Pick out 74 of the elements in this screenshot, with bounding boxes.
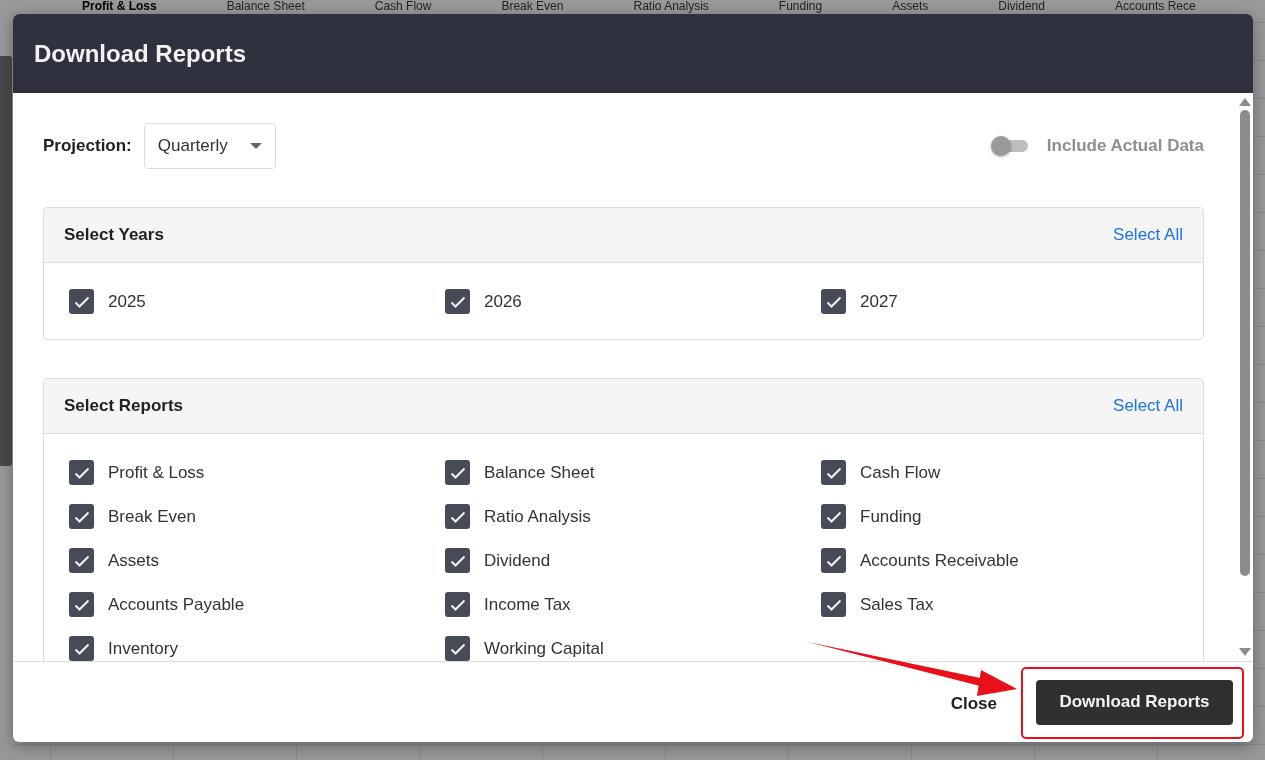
checkbox[interactable] [821, 504, 846, 529]
checkbox[interactable] [821, 289, 846, 314]
projection-dropdown[interactable]: Quarterly [143, 123, 276, 169]
checkbox[interactable] [445, 504, 470, 529]
checkbox[interactable] [69, 460, 94, 485]
check-icon [449, 510, 466, 523]
dialog-title: Download Reports [34, 39, 246, 68]
check-icon [449, 295, 466, 308]
checkbox[interactable] [445, 548, 470, 573]
checkbox-label: 2025 [108, 291, 146, 312]
scrollbar-thumb[interactable] [0, 56, 12, 466]
sheet-tab[interactable]: Ratio Analysis [633, 0, 709, 13]
checkbox-label: Funding [860, 506, 922, 527]
checkbox-label: Balance Sheet [484, 462, 595, 483]
checkbox[interactable] [445, 289, 470, 314]
check-icon [73, 466, 90, 479]
card-title: Select Years [64, 225, 164, 245]
sheet-tab[interactable]: Balance Sheet [226, 0, 305, 13]
checkbox-label: Income Tax [484, 594, 571, 615]
checkbox[interactable] [445, 460, 470, 485]
check-icon [825, 598, 842, 611]
sheet-tab[interactable]: Dividend [998, 0, 1045, 13]
select-all-link[interactable]: Select All [1113, 225, 1183, 245]
close-button[interactable]: Close [946, 685, 1001, 722]
checkbox-label: Dividend [484, 550, 551, 571]
projection-label: Projection: [43, 136, 132, 156]
check-icon [449, 598, 466, 611]
card-title: Select Reports [64, 396, 184, 416]
checkbox[interactable] [69, 504, 94, 529]
check-icon [825, 295, 842, 308]
check-icon [73, 554, 90, 567]
checkbox[interactable] [445, 636, 470, 661]
checkbox-label: Inventory [108, 638, 178, 659]
check-icon [449, 466, 466, 479]
checkbox[interactable] [69, 592, 94, 617]
sheet-tab[interactable]: Cash Flow [374, 0, 432, 13]
sheet-tab[interactable]: Break Even [501, 0, 564, 13]
checkbox-label: Accounts Payable [108, 594, 245, 615]
checkbox-label: 2026 [484, 291, 522, 312]
check-icon [825, 466, 842, 479]
check-icon [73, 598, 90, 611]
checkbox-label: Ratio Analysis [484, 506, 591, 527]
check-icon [825, 510, 842, 523]
checkbox[interactable] [821, 548, 846, 573]
checkbox[interactable] [69, 289, 94, 314]
checkbox[interactable] [445, 592, 470, 617]
check-icon [449, 554, 466, 567]
check-icon [449, 642, 466, 655]
check-icon [825, 554, 842, 567]
caret-icon [249, 143, 262, 149]
checkbox-label: Profit & Loss [108, 462, 205, 483]
sheet-tab[interactable]: Assets [892, 0, 929, 13]
checkbox[interactable] [69, 548, 94, 573]
checkbox-label: 2027 [860, 291, 898, 312]
checkbox-label: Working Capital [484, 638, 604, 659]
sheet-tab[interactable]: Profit & Loss [82, 0, 157, 13]
select-all-link[interactable]: Select All [1113, 396, 1183, 416]
checkbox-label: Sales Tax [860, 594, 934, 615]
sheet-tab[interactable]: Funding [778, 0, 823, 13]
toggle-label: Include Actual Data [1046, 136, 1204, 156]
download-button[interactable]: Download Reports [1036, 679, 1233, 725]
scroll-down-icon[interactable] [1239, 648, 1251, 656]
checkbox-label: Cash Flow [860, 462, 941, 483]
scrollbar-thumb[interactable] [1240, 110, 1250, 576]
sheet-tab[interactable]: Accounts Rece [1114, 0, 1196, 13]
checkbox[interactable] [69, 636, 94, 661]
checkbox-label: Accounts Receivable [860, 550, 1019, 571]
check-icon [73, 642, 90, 655]
check-icon [73, 295, 90, 308]
checkbox-label: Break Even [108, 506, 196, 527]
checkbox-label: Assets [108, 550, 160, 571]
checkbox[interactable] [821, 460, 846, 485]
check-icon [73, 510, 90, 523]
checkbox[interactable] [821, 592, 846, 617]
